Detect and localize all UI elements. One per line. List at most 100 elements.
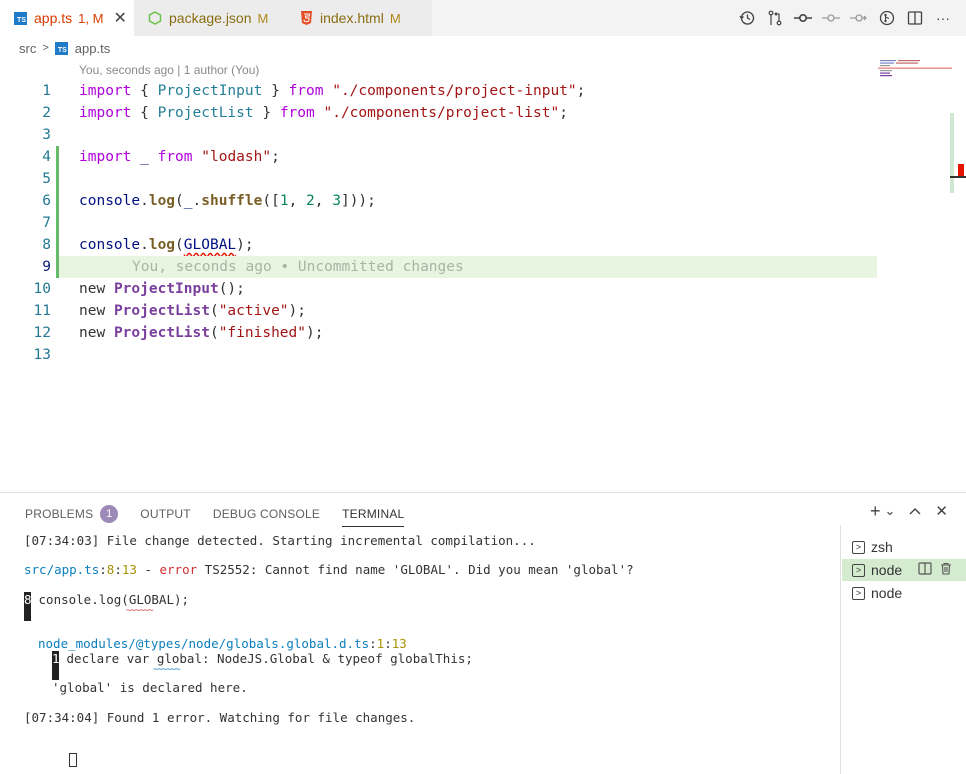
code-editor[interactable]: You, seconds ago | 1 author (You) 1 impo… bbox=[0, 58, 966, 492]
tab-index-html[interactable]: index.html M bbox=[286, 0, 432, 36]
line-number: 7 bbox=[42, 215, 51, 231]
chevron-right-icon: > bbox=[42, 42, 49, 54]
more-actions-icon[interactable]: ··· bbox=[934, 9, 952, 27]
tab-debug-console[interactable]: DEBUG CONSOLE bbox=[213, 501, 320, 527]
code-line: 10 new ProjectInput(); bbox=[0, 278, 880, 300]
tab-label: index.html bbox=[320, 10, 384, 26]
git-blame-header[interactable]: You, seconds ago | 1 author (You) bbox=[79, 63, 259, 77]
typescript-icon: TS bbox=[54, 41, 68, 55]
tab-label: DEBUG CONSOLE bbox=[212, 507, 321, 521]
code-line: 8 console.log(GLOBAL); bbox=[0, 234, 880, 256]
code-line: 5 bbox=[0, 168, 880, 190]
line-number: 6 bbox=[42, 193, 51, 209]
terminal-item-label: node bbox=[871, 562, 903, 578]
tab-status: M bbox=[389, 10, 401, 26]
terminal-error-line: src/app.ts:8:13 - error TS2552: Cannot f… bbox=[24, 562, 634, 577]
terminal-line: 'global' is declared here. bbox=[52, 680, 248, 695]
terminal-item-label: node bbox=[871, 585, 903, 601]
inline-blame: You, seconds ago • Uncommitted changes bbox=[132, 259, 464, 275]
nodejs-icon bbox=[148, 11, 162, 25]
line-number: 3 bbox=[42, 127, 51, 143]
code-line: 3 bbox=[0, 124, 880, 146]
terminal-source-line: 8 console.log(GLOBAL); bbox=[24, 592, 190, 607]
tab-status: M bbox=[257, 10, 269, 26]
editor-tab-bar: TS app.ts 1, M ✕ package.json M index.ht… bbox=[0, 0, 966, 36]
tab-terminal[interactable]: TERMINAL bbox=[342, 501, 405, 527]
terminal-icon: > bbox=[852, 540, 865, 554]
terminal-ref-line: node_modules/@types/node/globals.global.… bbox=[38, 636, 407, 651]
html5-icon bbox=[300, 11, 313, 25]
minimap[interactable] bbox=[878, 58, 952, 88]
trash-icon[interactable] bbox=[940, 562, 952, 578]
next-change-icon[interactable] bbox=[850, 9, 868, 27]
close-panel-icon[interactable]: ✕ bbox=[935, 502, 948, 520]
terminal-ref-source: 1 declare var global: NodeJS.Global & ty… bbox=[52, 651, 473, 666]
terminal-item-label: zsh bbox=[871, 539, 893, 555]
terminal-list: > zsh > node > node bbox=[840, 525, 966, 774]
line-number: 4 bbox=[42, 149, 51, 165]
line-number: 9 bbox=[42, 259, 51, 275]
close-icon[interactable]: ✕ bbox=[113, 8, 126, 28]
line-number: 11 bbox=[33, 303, 51, 319]
breadcrumb-folder[interactable]: src bbox=[19, 41, 36, 56]
terminal-cursor bbox=[24, 738, 78, 774]
line-number: 2 bbox=[42, 105, 51, 121]
info-underline: ~~~~~~ bbox=[153, 665, 180, 675]
error-token[interactable]: GLOBAL bbox=[184, 237, 236, 253]
panel-tabs: PROBLEMS 1 OUTPUT DEBUG CONSOLE TERMINAL bbox=[25, 501, 426, 527]
code-line: 1 import { ProjectInput } from "./compon… bbox=[0, 80, 880, 102]
breadcrumb-file[interactable]: app.ts bbox=[75, 41, 110, 56]
split-editor-icon[interactable] bbox=[906, 9, 924, 27]
terminal-line: [07:34:04] Found 1 error. Watching for f… bbox=[24, 710, 416, 725]
tab-problems[interactable]: PROBLEMS 1 bbox=[25, 501, 119, 527]
compare-changes-icon[interactable] bbox=[766, 9, 784, 27]
tab-label: app.ts bbox=[34, 10, 73, 26]
code-line: 4 import _ from "lodash"; bbox=[0, 146, 880, 168]
tab-label: TERMINAL bbox=[342, 506, 405, 521]
line-number: 1 bbox=[42, 83, 51, 99]
tab-package-json[interactable]: package.json M bbox=[134, 0, 286, 36]
maximize-panel-icon[interactable] bbox=[909, 503, 921, 520]
tab-label: PROBLEMS bbox=[25, 507, 94, 521]
git-commit-icon[interactable] bbox=[794, 9, 812, 27]
bottom-panel: PROBLEMS 1 OUTPUT DEBUG CONSOLE TERMINAL… bbox=[0, 492, 966, 774]
tab-status: 1, M bbox=[78, 10, 104, 26]
terminal-gutter-block bbox=[24, 606, 31, 621]
terminal-gutter-block bbox=[52, 665, 59, 680]
previous-change-icon[interactable] bbox=[822, 9, 840, 27]
terminal-output[interactable]: [07:34:03] File change detected. Startin… bbox=[0, 527, 840, 773]
open-changes-icon[interactable] bbox=[878, 9, 896, 27]
line-number: 12 bbox=[33, 325, 51, 341]
tab-label: package.json bbox=[169, 10, 252, 26]
vertical-scrollbar[interactable] bbox=[950, 113, 954, 193]
current-line: 9 You, seconds ago • Uncommitted changes bbox=[42, 256, 877, 278]
terminal-icon: > bbox=[852, 586, 865, 600]
new-terminal-icon[interactable]: + bbox=[870, 501, 881, 522]
tab-output[interactable]: OUTPUT bbox=[140, 501, 191, 527]
line-number: 8 bbox=[42, 237, 51, 253]
terminal-line: [07:34:03] File change detected. Startin… bbox=[24, 533, 536, 548]
cursor-ruler-mark bbox=[950, 176, 966, 178]
problems-count-badge: 1 bbox=[100, 505, 119, 523]
tab-label: OUTPUT bbox=[140, 507, 191, 521]
terminal-icon: > bbox=[852, 563, 865, 577]
line-number: 10 bbox=[33, 281, 51, 297]
terminal-item-node-2[interactable]: > node bbox=[842, 582, 966, 604]
error-ruler-mark bbox=[958, 164, 964, 176]
tab-app-ts[interactable]: TS app.ts 1, M ✕ bbox=[0, 0, 134, 36]
code-line: 7 bbox=[0, 212, 880, 234]
panel-actions: + ⌄ ✕ bbox=[870, 501, 948, 522]
breadcrumb: src > TS app.ts bbox=[19, 38, 110, 58]
code-line: 11 new ProjectList("active"); bbox=[0, 300, 880, 322]
chevron-down-icon[interactable]: ⌄ bbox=[885, 503, 896, 519]
typescript-icon: TS bbox=[14, 11, 27, 25]
error-underline: ~~~~~~ bbox=[126, 606, 153, 616]
split-terminal-icon[interactable] bbox=[918, 562, 932, 578]
terminal-item-zsh[interactable]: > zsh bbox=[842, 536, 966, 558]
line-number: 5 bbox=[42, 171, 51, 187]
terminal-item-node[interactable]: > node bbox=[842, 559, 966, 581]
timeline-history-icon[interactable] bbox=[738, 9, 756, 27]
code-line: 12 new ProjectList("finished"); bbox=[0, 322, 880, 344]
code-line: 2 import { ProjectList } from "./compone… bbox=[0, 102, 880, 124]
code-line: 6 console.log(_.shuffle([1, 2, 3])); bbox=[0, 190, 880, 212]
